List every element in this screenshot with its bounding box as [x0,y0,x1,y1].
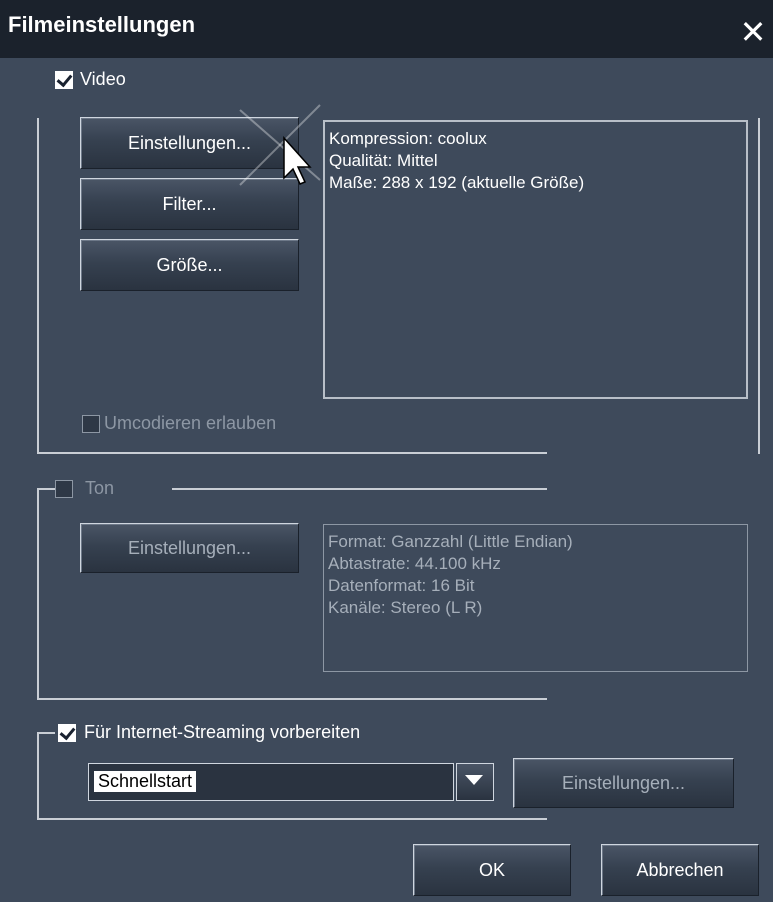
streaming-settings-button[interactable]: Einstellungen... [513,758,734,808]
video-group-bottom-border [37,452,547,454]
streaming-selected-value: Schnellstart [94,771,197,792]
audio-label: Ton [85,478,115,498]
video-info-box: Kompression: coolux Qualität: Mittel Maß… [323,120,748,399]
audio-info-format: Format: Ganzzahl (Little Endian) [328,532,573,551]
streaming-option-select[interactable]: Schnellstart [88,763,454,801]
transcode-checkbox[interactable] [82,415,100,433]
audio-info-channels: Kanäle: Stereo (L R) [328,598,483,617]
audio-info-samplerate: Abtastrate: 44.100 kHz [328,554,501,573]
video-label: Video [80,69,126,89]
window-title: Filmeinstellungen [8,12,196,37]
streaming-group-left-border [37,732,39,820]
streaming-group-top-border [37,732,55,734]
video-info-quality: Qualität: Mittel [329,151,438,170]
cursor-icon [239,104,321,186]
video-group-right-border [758,118,760,454]
video-checkbox[interactable] [55,71,73,89]
close-icon[interactable]: ✕ [735,16,771,52]
streaming-group-bottom-border [37,818,547,820]
audio-settings-button[interactable]: Einstellungen... [80,523,299,573]
video-info-dimensions: Maße: 288 x 192 (aktuelle Größe) [329,173,585,192]
cancel-button[interactable]: Abbrechen [601,844,759,896]
audio-group-bottom-border [37,698,547,700]
streaming-checkbox[interactable] [58,724,76,742]
audio-group-top-border-right [172,488,547,490]
audio-group-top-border-left [37,488,55,490]
audio-group-left-border [37,488,39,700]
video-group-left-border [37,118,39,454]
audio-info-box: Format: Ganzzahl (Little Endian) Abtastr… [323,524,748,672]
video-size-button[interactable]: Größe... [80,239,299,291]
transcode-label: Umcodieren erlauben [104,413,277,433]
audio-info-dataformat: Datenformat: 16 Bit [328,576,475,595]
ok-button[interactable]: OK [413,844,571,896]
video-info-compression: Kompression: coolux [329,129,487,148]
audio-checkbox[interactable] [55,480,73,498]
chevron-down-icon[interactable] [456,763,494,801]
streaming-label: Für Internet-Streaming vorbereiten [84,722,361,742]
